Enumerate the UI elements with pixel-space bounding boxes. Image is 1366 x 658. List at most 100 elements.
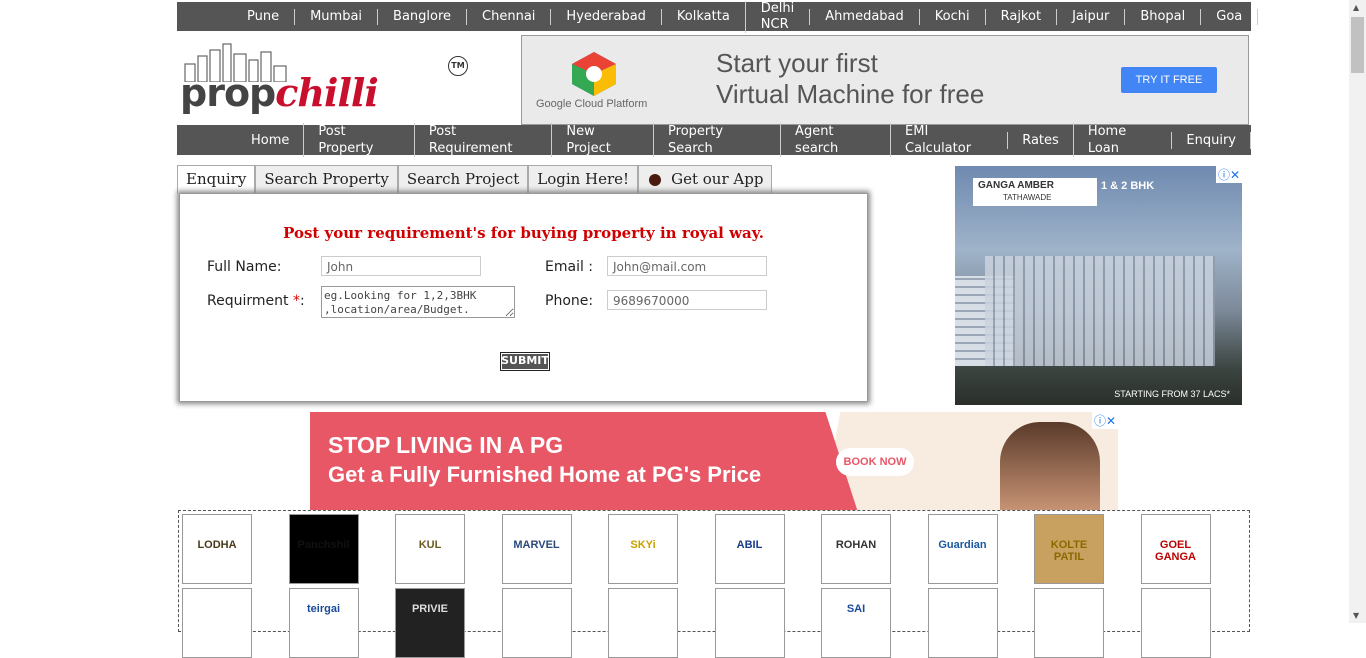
- nav-link-home[interactable]: Home: [237, 132, 303, 149]
- city-link-mumbai[interactable]: Mumbai: [294, 8, 377, 25]
- book-now-button[interactable]: BOOK NOW: [836, 448, 914, 476]
- email-input[interactable]: John@mail.com: [607, 256, 767, 276]
- builder-name: teirgai: [306, 603, 340, 615]
- builder-logo[interactable]: teirgai: [288, 588, 359, 658]
- tab-enquiry[interactable]: Enquiry: [177, 165, 256, 194]
- builder-logo[interactable]: PRIVIE: [395, 588, 465, 658]
- pg-banner-ad[interactable]: STOP LIVING IN A PG Get a Fully Furnishe…: [310, 412, 1118, 510]
- banner-people-image: [1000, 422, 1100, 510]
- city-bar: Pune Mumbai Banglore Chennai Hyederabad Kolka…: [177, 0, 1259, 33]
- ad-title: GANGA AMBER: [978, 180, 1054, 191]
- tab-get-app[interactable]: Get our App: [638, 165, 773, 194]
- ad-footer: STARTING FROM 37 LACS*: [1114, 389, 1230, 399]
- nav-link-rates[interactable]: Rates: [1007, 131, 1073, 149]
- submit-button[interactable]: SUBMIT: [500, 352, 550, 371]
- builder-logo[interactable]: KUL: [395, 514, 465, 584]
- builder-logo[interactable]: GOEL GANGA: [1140, 514, 1211, 584]
- scrollbar[interactable]: ▲ ▼: [1349, 0, 1366, 623]
- phone-input[interactable]: 9689670000: [607, 290, 767, 310]
- city-link-kolkatta[interactable]: Kolkatta: [660, 8, 745, 25]
- builder-logo[interactable]: [608, 588, 678, 658]
- builder-logo[interactable]: Guardian: [927, 514, 998, 584]
- city-link-banglore[interactable]: Banglore: [377, 8, 466, 25]
- city-link-chennai[interactable]: Chennai: [466, 8, 550, 25]
- builder-logo[interactable]: LODHA: [182, 514, 252, 584]
- scroll-up-icon[interactable]: ▲: [1353, 3, 1359, 12]
- builder-name: ROHAN: [835, 539, 877, 551]
- builder-logo[interactable]: SAI: [821, 588, 891, 658]
- ganga-amber-ad[interactable]: GANGA AMBER TATHAWADE 1 & 2 BHK STARTING…: [955, 166, 1242, 405]
- app-icon: [649, 174, 662, 186]
- requirement-label: Requirment *:: [207, 293, 305, 309]
- city-link-kochi[interactable]: Kochi: [918, 8, 985, 25]
- builder-logo[interactable]: MARVEL: [501, 514, 572, 584]
- builder-logo[interactable]: SKYi: [608, 514, 678, 584]
- builder-name: SAI: [846, 603, 866, 615]
- requirement-textarea[interactable]: eg.Looking for 1,2,3BHK ,location/area/B…: [321, 286, 515, 318]
- trademark-mark: TM: [448, 56, 468, 76]
- required-star: *: [292, 293, 300, 309]
- builder-logo[interactable]: KOLTE PATIL: [1034, 514, 1104, 584]
- ad-choices-icon[interactable]: ⓘ✕: [1215, 166, 1242, 183]
- builder-logo[interactable]: [714, 588, 785, 658]
- full-name-input[interactable]: John: [321, 256, 481, 276]
- builder-name: KOLTE PATIL: [1050, 539, 1088, 563]
- nav-link-post-property[interactable]: Post Property: [303, 123, 414, 157]
- city-link-ahmedabad[interactable]: Ahmedabad: [809, 8, 918, 25]
- city-link-pune[interactable]: Pune: [237, 9, 294, 25]
- google-cloud-ad[interactable]: Google Cloud Platform Start your first V…: [521, 35, 1249, 125]
- ad-bhk: 1 & 2 BHK: [1101, 180, 1155, 192]
- city-link-goa[interactable]: Goa: [1200, 8, 1259, 25]
- tab-search-property[interactable]: Search Property: [255, 165, 398, 194]
- nav-link-emi-calculator[interactable]: EMI Calculator: [890, 123, 1007, 157]
- builder-logo[interactable]: [1034, 588, 1104, 658]
- full-name-label: Full Name:: [207, 259, 282, 275]
- builder-logo[interactable]: ABIL: [714, 514, 785, 584]
- tab-login[interactable]: Login Here!: [528, 165, 639, 194]
- tab-strip: Enquiry Search Property Search Project L…: [177, 165, 773, 194]
- tab-get-app-label: Get our App: [671, 170, 764, 188]
- builder-name: SKYi: [630, 539, 656, 551]
- building-image-main: [985, 256, 1215, 366]
- builder-name: Guardian: [938, 539, 987, 551]
- builder-name: PRIVIE: [411, 603, 449, 615]
- main-nav: Home Post Property Post Requirement New Pro…: [177, 123, 1251, 157]
- ad-choices-icon[interactable]: ⓘ✕: [1091, 412, 1118, 429]
- builder-logo[interactable]: Panchshil: [288, 514, 359, 584]
- try-it-free-button[interactable]: TRY IT FREE: [1121, 67, 1217, 93]
- google-cloud-icon: [572, 52, 616, 96]
- builder-name: GOEL GANGA: [1155, 539, 1196, 563]
- ad-line-2: Virtual Machine for free: [716, 79, 985, 109]
- city-link-hyederabad[interactable]: Hyederabad: [550, 8, 661, 25]
- logo-wordmark: propchilli: [180, 70, 379, 115]
- builder-name: ABIL: [736, 539, 763, 551]
- builder-logo[interactable]: [182, 588, 252, 658]
- nav-link-enquiry[interactable]: Enquiry: [1171, 131, 1251, 149]
- city-link-jaipur[interactable]: Jaipur: [1056, 8, 1124, 25]
- builder-name: Panchshil: [297, 539, 350, 551]
- ad-header: GANGA AMBER TATHAWADE: [973, 178, 1097, 206]
- scroll-down-icon[interactable]: ▼: [1353, 611, 1359, 620]
- builder-logo[interactable]: [927, 588, 998, 658]
- nav-link-post-requirement[interactable]: Post Requirement: [413, 123, 552, 157]
- nav-link-new-project[interactable]: New Project: [551, 123, 653, 157]
- phone-label: Phone:: [545, 293, 594, 309]
- nav-link-property-search[interactable]: Property Search: [653, 123, 780, 157]
- builder-logo[interactable]: ROHAN: [821, 514, 891, 584]
- builder-logo[interactable]: [1140, 588, 1211, 658]
- ad-subtitle: TATHAWADE: [1003, 193, 1052, 202]
- city-link-delhi-ncr[interactable]: Delhi NCR: [744, 0, 809, 33]
- nav-link-agent-search[interactable]: Agent search: [780, 123, 890, 157]
- city-link-bhopal[interactable]: Bhopal: [1124, 8, 1200, 25]
- scrollbar-thumb[interactable]: [1351, 17, 1364, 73]
- banner-line-2: Get a Fully Furnished Home at PG's Price: [328, 462, 762, 487]
- enquiry-form-panel: Post your requirement's for buying prope…: [179, 193, 868, 402]
- nav-link-home-loan[interactable]: Home Loan: [1072, 123, 1172, 157]
- propchilli-logo[interactable]: propchilli TM: [180, 40, 480, 120]
- builder-name: MARVEL: [513, 539, 560, 551]
- city-link-rajkot[interactable]: Rajkot: [984, 8, 1056, 25]
- builder-name: LODHA: [197, 539, 237, 551]
- builder-logo[interactable]: [501, 588, 572, 658]
- form-heading: Post your requirement's for buying prope…: [283, 224, 764, 242]
- tab-search-project[interactable]: Search Project: [397, 165, 529, 194]
